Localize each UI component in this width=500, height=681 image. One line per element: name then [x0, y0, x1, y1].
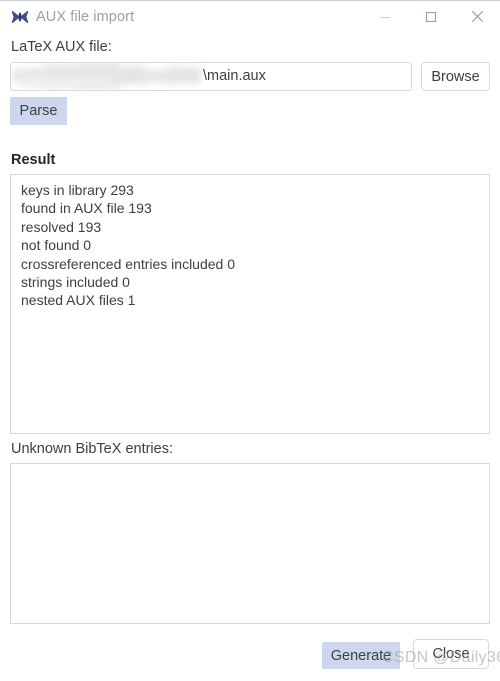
redacted-path-blur	[11, 63, 203, 90]
maximize-button[interactable]	[408, 1, 454, 32]
result-line: resolved 193	[21, 218, 102, 235]
close-icon	[471, 10, 484, 23]
browse-button[interactable]: Browse	[421, 62, 490, 91]
close-dialog-button[interactable]: Close	[413, 639, 489, 669]
minimize-button[interactable]	[362, 1, 408, 32]
unknown-entries-area[interactable]	[10, 463, 490, 624]
aux-file-import-dialog: AUX file import LaTeX AUX file: \main.au…	[0, 0, 500, 681]
window-title: AUX file import	[36, 9, 135, 25]
result-line: crossreferenced entries included 0	[21, 255, 236, 272]
result-line: strings included 0	[21, 273, 130, 290]
result-line: keys in library 293	[21, 182, 134, 198]
result-line: found in AUX file 193	[21, 200, 152, 217]
aux-file-label: LaTeX AUX file:	[11, 39, 112, 55]
close-window-button[interactable]	[454, 1, 500, 32]
result-line: nested AUX files 1	[21, 292, 136, 309]
generate-button[interactable]: Generate	[322, 642, 400, 669]
result-heading: Result	[11, 152, 56, 168]
result-output-area[interactable]: keys in library 293 found in AUX file 19…	[10, 174, 490, 434]
minimize-icon	[379, 11, 391, 23]
aux-file-path-text: \main.aux	[203, 68, 266, 84]
jabref-logo-icon	[11, 8, 29, 26]
title-bar: AUX file import	[0, 1, 500, 33]
result-lines: keys in library 293 found in AUX file 19…	[21, 181, 235, 310]
aux-file-path-input[interactable]: \main.aux	[10, 62, 412, 91]
parse-button[interactable]: Parse	[10, 97, 67, 125]
unknown-entries-label: Unknown BibTeX entries:	[11, 441, 173, 457]
result-line: not found 0	[21, 237, 92, 254]
maximize-icon	[425, 11, 437, 23]
